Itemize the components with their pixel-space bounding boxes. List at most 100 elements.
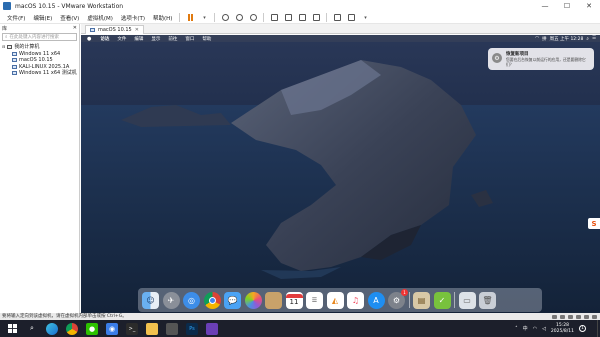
- input-source-icon[interactable]: 拼: [542, 36, 547, 42]
- menu-file[interactable]: 文件(F): [3, 14, 29, 22]
- snapshot-button[interactable]: [220, 13, 230, 23]
- stretch-dropdown[interactable]: ▾: [360, 13, 370, 23]
- collapse-icon[interactable]: ⊟: [2, 44, 5, 51]
- search-icon[interactable]: ⌕: [26, 323, 38, 335]
- notification-center-icon[interactable]: ☰: [592, 36, 596, 41]
- menu-view[interactable]: 查看(V): [56, 14, 83, 22]
- menu-help[interactable]: 帮助(H): [149, 14, 176, 22]
- library-view-button[interactable]: [269, 13, 279, 23]
- hdd-icon[interactable]: [552, 314, 557, 319]
- maximize-button[interactable]: ☐: [556, 0, 578, 12]
- notification-badge[interactable]: 1: [579, 325, 586, 332]
- terminal-icon[interactable]: >_: [126, 322, 138, 335]
- ime-indicator[interactable]: 中: [523, 325, 528, 332]
- finder-icon[interactable]: ☺: [142, 291, 159, 309]
- volume-icon[interactable]: ◁: [542, 326, 546, 332]
- fullscreen-button[interactable]: [297, 13, 307, 23]
- system-preferences-icon[interactable]: ⚙ 1: [388, 288, 408, 309]
- photoshop-icon[interactable]: Ps: [186, 322, 198, 335]
- snapshot-manager-button[interactable]: [248, 13, 258, 23]
- disk-image-icon[interactable]: ▭: [458, 291, 476, 309]
- tray-chevron-icon[interactable]: ˄: [515, 326, 518, 332]
- mac-menu-finder[interactable]: 访达: [96, 36, 113, 42]
- close-button[interactable]: ✕: [578, 0, 600, 12]
- mac-menu-help[interactable]: 帮助: [198, 36, 215, 42]
- tree-item-vm[interactable]: Windows 11 x64 测试机: [2, 70, 77, 77]
- tab-close-button[interactable]: ✕: [135, 27, 139, 33]
- music-icon[interactable]: ♫: [347, 291, 364, 309]
- safari-icon[interactable]: ◎: [183, 291, 200, 309]
- snapshot-manager-icon: [249, 14, 257, 21]
- vm-icon: [12, 51, 17, 56]
- mac-menu-edit[interactable]: 编辑: [130, 36, 147, 42]
- wecom-icon[interactable]: ◉: [106, 322, 118, 335]
- calendar-icon[interactable]: 11: [285, 291, 303, 309]
- photos-icon[interactable]: [244, 291, 262, 309]
- revert-snapshot-button[interactable]: [234, 13, 244, 23]
- spotlight-icon[interactable]: ⌕: [586, 36, 589, 42]
- dock-separator: [408, 292, 410, 308]
- wifi-tray-icon[interactable]: ◠: [533, 326, 537, 332]
- mac-menu-view[interactable]: 显示: [147, 36, 164, 42]
- wechat-icon[interactable]: ●: [86, 322, 98, 335]
- console-button[interactable]: [332, 13, 342, 23]
- chrome-icon[interactable]: [203, 291, 221, 309]
- usb-icon[interactable]: [576, 314, 581, 319]
- file-explorer-icon[interactable]: [146, 322, 158, 335]
- mac-menu-file[interactable]: 文件: [113, 36, 130, 42]
- reminders-icon[interactable]: ☰: [306, 291, 323, 309]
- library-header: 库 ✕: [0, 24, 79, 32]
- display-icon[interactable]: [592, 314, 597, 319]
- thumbnail-view-button[interactable]: [283, 13, 293, 23]
- library-close-button[interactable]: ✕: [73, 25, 77, 31]
- network-icon[interactable]: [568, 314, 573, 319]
- taskbar-clock[interactable]: 15:28 2025/8/11: [551, 323, 574, 335]
- vmware-tools-icon[interactable]: ✓: [433, 291, 451, 309]
- library-search-input[interactable]: ⌕ 在此处键入内容进行搜索: [2, 33, 77, 41]
- edge-icon[interactable]: [46, 322, 58, 335]
- archive-utility-icon[interactable]: ▤: [413, 291, 430, 309]
- menu-edit[interactable]: 编辑(E): [29, 14, 56, 22]
- tab-macos[interactable]: macOS 10.15 ✕: [85, 25, 144, 34]
- menu-vm[interactable]: 虚拟机(M): [83, 14, 117, 22]
- chrome-taskbar-icon[interactable]: [66, 322, 78, 335]
- app-store-icon[interactable]: A: [367, 291, 385, 309]
- vm-icon: [12, 58, 17, 63]
- clock-date: 2025/8/11: [550, 328, 574, 334]
- pause-button[interactable]: [185, 13, 195, 23]
- wifi-icon[interactable]: ◠: [535, 36, 539, 41]
- taskbar-app-icon[interactable]: [206, 322, 218, 335]
- vm-label: Windows 11 x64 测试机: [19, 70, 77, 76]
- snapshot-icon: [221, 14, 229, 21]
- mac-clock[interactable]: 周五 上午 12:28: [550, 36, 584, 42]
- vmware-taskbar-icon[interactable]: [166, 322, 178, 335]
- keynote-icon[interactable]: ◭: [326, 291, 344, 309]
- library-title: 库: [2, 26, 8, 32]
- vmware-app-icon: [3, 2, 11, 10]
- start-button[interactable]: [6, 323, 18, 335]
- mac-menu-window[interactable]: 窗口: [181, 36, 198, 42]
- sound-icon[interactable]: [584, 314, 589, 319]
- trash-icon[interactable]: 🗑: [479, 291, 496, 309]
- unity-icon: [312, 14, 320, 21]
- notification-text: 您要在后台恢复以前运行的应用，还是要删除它们？: [506, 57, 586, 67]
- menu-tabs[interactable]: 选项卡(T): [117, 14, 149, 22]
- minimize-button[interactable]: —: [534, 0, 556, 12]
- apple-menu-icon[interactable]: ●: [87, 36, 91, 42]
- unity-button[interactable]: [311, 13, 321, 23]
- mac-menu-go[interactable]: 前往: [164, 36, 181, 42]
- stretch-button[interactable]: [346, 13, 356, 23]
- guest-screen[interactable]: ● 访达 文件 编辑 显示 前往 窗口 帮助 ◠ 拼 周五 上午 12:28 ⌕…: [81, 35, 600, 313]
- search-placeholder: 在此处键入内容进行搜索: [9, 34, 60, 40]
- notification-banner[interactable]: ⚙ 恢复新项目 您要在后台恢复以前运行的应用，还是要删除它们？: [488, 48, 594, 70]
- window-title: macOS 10.15 - VMware Workstation: [15, 2, 124, 10]
- cdrom-icon[interactable]: [560, 314, 565, 319]
- power-dropdown[interactable]: ▾: [199, 13, 209, 23]
- sogou-ime-icon[interactable]: S: [588, 218, 600, 229]
- library-pane: 库 ✕ ⌕ 在此处键入内容进行搜索 ⊟ 我的计算机 Windows 11 x64…: [0, 24, 80, 313]
- messages-icon[interactable]: 💬: [224, 291, 241, 309]
- launchpad-icon[interactable]: ✈: [162, 291, 180, 309]
- notes-icon[interactable]: [265, 291, 282, 309]
- window-titlebar: macOS 10.15 - VMware Workstation — ☐ ✕: [0, 0, 600, 12]
- system-tray: ˄ 中 ◠ ◁ 15:28 2025/8/11 1: [515, 320, 586, 337]
